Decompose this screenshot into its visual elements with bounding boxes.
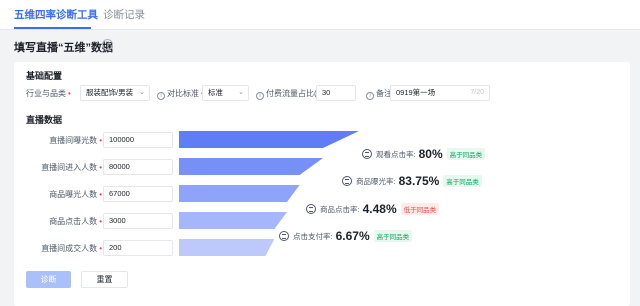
status-badge: 低于同品类 xyxy=(400,203,440,215)
status-badge: 高于同品类 xyxy=(443,175,482,187)
top-tabbar: 五维四率诊断工具 诊断记录 xyxy=(0,0,640,30)
form-card: 基础配置 行业与品类• 服装配饰/男装⌄ i对比标准• 标准⌄ i付费流量占比(… xyxy=(14,62,630,306)
product-exposure-label: 商品曝光人数 • xyxy=(49,190,102,199)
stat-view-click-rate: 观看点击率: 80% 高于同品类 xyxy=(362,146,486,162)
info-icon: i xyxy=(157,92,165,100)
deal-input[interactable]: 200 xyxy=(103,240,173,256)
info-icon: i xyxy=(256,92,264,100)
benchmark-label: i对比标准• xyxy=(157,88,204,100)
basic-config-title: 基础配置 xyxy=(26,71,63,81)
enter-input[interactable]: 80000 xyxy=(103,159,173,175)
live-data-title: 直播数据 xyxy=(26,115,63,125)
funnel-icon xyxy=(279,231,289,241)
page-title: 填写直播“五维”数据 xyxy=(14,42,113,54)
chevron-down-icon: ⌄ xyxy=(238,89,244,96)
status-badge: 高于同品类 xyxy=(446,148,486,160)
note-input[interactable]: 0919第一场 7/20 xyxy=(390,85,490,101)
reset-button[interactable]: 重置 xyxy=(81,271,128,288)
industry-label: 行业与品类 • xyxy=(26,89,71,98)
tab-diagnosis-tool[interactable]: 五维四率诊断工具 xyxy=(14,7,98,22)
industry-select[interactable]: 服装配饰/男装 ⌄ xyxy=(80,85,150,101)
stat-product-exposure-rate: 商品曝光率: 83.75% 高于同品类 xyxy=(342,173,482,189)
enter-label: 直播间进入人数 • xyxy=(41,163,102,172)
funnel-icon xyxy=(306,204,316,214)
funnel-icon xyxy=(342,176,352,186)
note-label: i 备注 xyxy=(366,88,392,100)
product-click-input[interactable]: 3000 xyxy=(103,213,173,229)
help-icon[interactable]: ? xyxy=(102,39,113,50)
product-exposure-input[interactable]: 67000 xyxy=(103,186,173,202)
paid-traffic-input[interactable]: 30 xyxy=(316,85,356,101)
stat-click-pay-rate: 点击支付率: 6.67% 高于同品类 xyxy=(279,228,413,244)
funnel-bar-product-click xyxy=(179,212,287,229)
tab-diagnosis-records[interactable]: 诊断记录 xyxy=(103,7,145,22)
exposure-input[interactable]: 100000 xyxy=(103,132,173,148)
funnel-bar-enter xyxy=(179,158,323,175)
exposure-label: 直播间曝光数 • xyxy=(49,136,102,145)
active-tab-indicator xyxy=(14,27,91,29)
deal-label: 直播间成交人数 • xyxy=(41,244,102,253)
funnel-bar-product-exposure xyxy=(179,185,300,202)
product-click-label: 商品点击人数 • xyxy=(49,217,102,226)
stat-product-click-rate: 商品点击率: 4.48% 低于同品类 xyxy=(306,201,440,217)
benchmark-select[interactable]: 标准 ⌄ xyxy=(202,85,249,101)
char-counter: 7/20 xyxy=(470,89,484,96)
funnel-bar-deal xyxy=(179,239,275,256)
diagnose-button[interactable]: 诊断 xyxy=(26,271,71,288)
funnel-icon xyxy=(362,149,372,159)
funnel-bar-exposure xyxy=(179,131,359,148)
info-icon: i xyxy=(366,92,374,100)
status-badge: 高于同品类 xyxy=(373,230,413,242)
chevron-down-icon: ⌄ xyxy=(139,89,145,96)
